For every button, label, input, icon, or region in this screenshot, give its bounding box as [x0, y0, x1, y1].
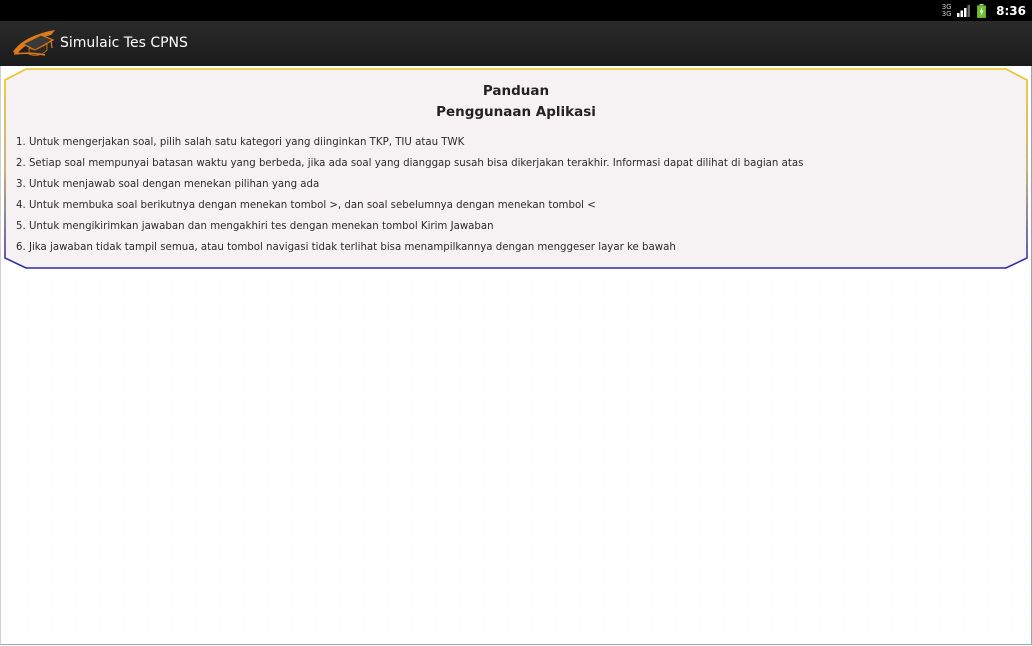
- graduation-cap-icon[interactable]: [11, 26, 57, 58]
- status-bar: 3G 3G 8:36: [0, 0, 1032, 21]
- guide-item: 1. Untuk mengerjakan soal, pilih salah s…: [16, 137, 465, 148]
- guide-item: 3. Untuk menjawab soal dengan menekan pi…: [16, 179, 320, 190]
- signal-icon: [957, 4, 971, 17]
- network-type-icon: 3G 3G: [941, 3, 952, 18]
- guide-item: 4. Untuk membuka soal berikutnya dengan …: [16, 200, 596, 211]
- guide-subtitle: Penggunaan Aplikasi: [436, 104, 596, 120]
- clock: 8:36: [996, 3, 1026, 18]
- app-title: Simulaic Tes CPNS: [60, 35, 188, 51]
- guide-item: 5. Untuk mengikirimkan jawaban dan menga…: [16, 221, 494, 232]
- guide-title: Panduan: [482, 83, 550, 99]
- status-icons: 3G 3G 8:36: [942, 0, 1026, 21]
- guide-panel: Panduan Penggunaan Aplikasi 1. Untuk men…: [4, 68, 1028, 270]
- battery-charging-icon: [977, 3, 987, 18]
- action-bar: Simulaic Tes CPNS: [0, 21, 1032, 67]
- guide-item: 2. Setiap soal mempunyai batasan waktu y…: [16, 158, 804, 169]
- guide-item: 6. Jika jawaban tidak tampil semua, atau…: [16, 242, 676, 253]
- main-content[interactable]: Panduan Penggunaan Aplikasi 1. Untuk men…: [0, 66, 1032, 645]
- guide-list: 1. Untuk mengerjakan soal, pilih salah s…: [16, 132, 803, 258]
- network-type-bottom: 3G: [941, 9, 952, 18]
